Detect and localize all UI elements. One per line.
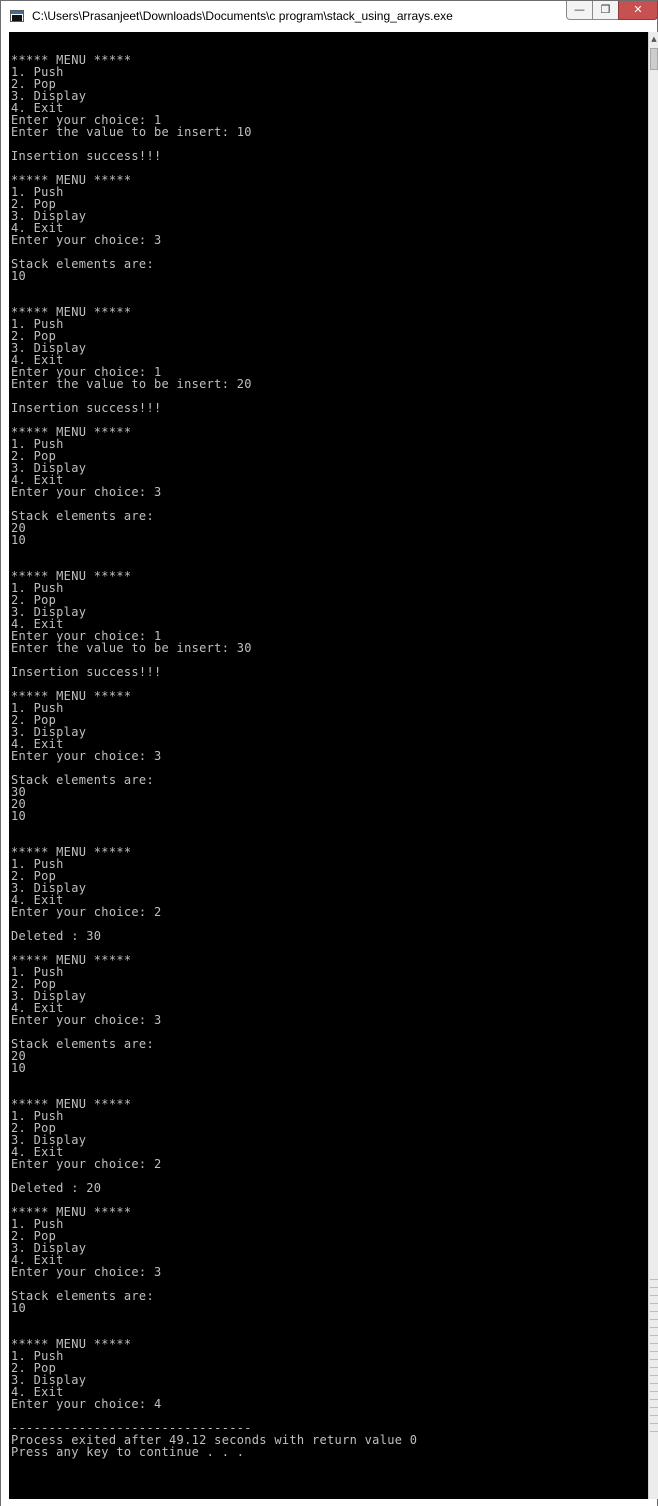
scroll-up-icon[interactable]: ▲ [649,32,658,46]
title-bar[interactable]: C:\Users\Prasanjeet\Downloads\Documents\… [1,1,658,32]
minimize-button[interactable]: — [566,1,593,20]
scrollbar-thumb[interactable] [650,48,658,70]
console-area[interactable]: ***** MENU ***** 1. Push 2. Pop 3. Displ… [9,32,648,1499]
vertical-scrollbar[interactable]: ▲ [648,32,658,1499]
console-app-icon[interactable] [10,10,24,22]
console-window: C:\Users\Prasanjeet\Downloads\Documents\… [0,0,658,1506]
maximize-button[interactable]: ❐ [592,1,619,20]
window-bottom-border [1,1499,657,1506]
close-button[interactable]: ✕ [618,1,658,20]
scrollbar-track[interactable] [650,1272,658,1432]
window-title: C:\Users\Prasanjeet\Downloads\Documents\… [32,9,453,23]
console-output: ***** MENU ***** 1. Push 2. Pop 3. Displ… [11,53,418,1459]
